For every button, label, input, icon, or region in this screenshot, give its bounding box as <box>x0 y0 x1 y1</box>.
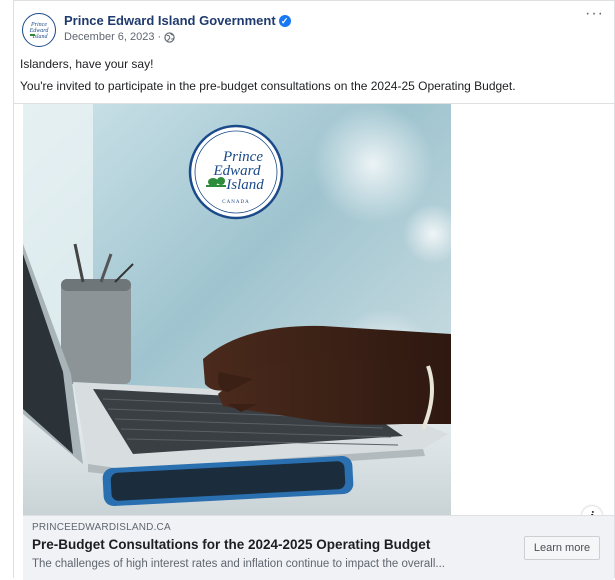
globe-icon[interactable] <box>164 31 175 43</box>
link-preview[interactable]: PRINCEEDWARDISLAND.CA Pre-Budget Consult… <box>23 515 614 580</box>
facebook-post: Prince Edward Island Prince Edward Islan… <box>13 0 615 580</box>
link-domain: PRINCEEDWARDISLAND.CA <box>32 522 171 533</box>
post-header: Prince Edward Island Prince Edward Islan… <box>22 13 291 47</box>
post-body: Islanders, have your say! You're invited… <box>20 56 610 100</box>
post-media: Prince Edward Island CANADA i <box>14 103 614 526</box>
logo-country: CANADA <box>222 200 249 205</box>
page-name-link[interactable]: Prince Edward Island Government <box>64 13 276 29</box>
page-name-row: Prince Edward Island Government ✓ <box>64 13 291 29</box>
link-title[interactable]: Pre-Budget Consultations for the 2024-20… <box>32 537 430 552</box>
post-date-row: December 6, 2023 · <box>64 29 291 45</box>
page-avatar[interactable]: Prince Edward Island <box>22 13 56 47</box>
more-options-icon[interactable]: ··· <box>585 6 604 22</box>
post-date[interactable]: December 6, 2023 · <box>64 29 161 45</box>
verified-badge-icon: ✓ <box>278 15 291 27</box>
logo-text: Island <box>225 177 264 193</box>
link-description: The challenges of high interest rates an… <box>32 558 445 570</box>
laptop-typing-photo: Prince Edward Island CANADA <box>23 104 451 516</box>
post-meta: Prince Edward Island Government ✓ Decemb… <box>64 13 291 45</box>
post-image[interactable]: Prince Edward Island CANADA <box>23 104 451 516</box>
post-text-line: Islanders, have your say! <box>20 57 154 71</box>
learn-more-button[interactable]: Learn more <box>524 536 600 560</box>
pei-logo-icon: Prince Edward Island <box>25 16 53 44</box>
post-text-line: You're invited to participate in the pre… <box>20 79 516 93</box>
